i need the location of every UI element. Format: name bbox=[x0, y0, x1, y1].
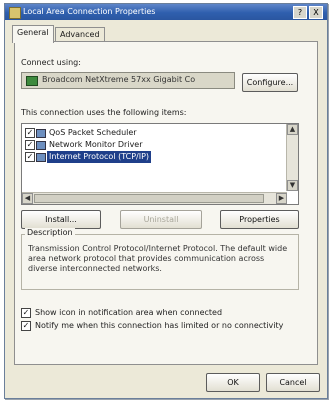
item-label: QoS Packet Scheduler bbox=[49, 128, 137, 137]
item-checkbox[interactable]: ✓ bbox=[25, 140, 35, 150]
help-button[interactable]: ? bbox=[293, 6, 307, 19]
description-title: Description bbox=[25, 228, 75, 237]
horizontal-scrollbar[interactable]: ◀ ▶ bbox=[22, 192, 287, 204]
properties-button[interactable]: Properties bbox=[220, 210, 299, 229]
scroll-up-icon[interactable]: ▲ bbox=[287, 124, 298, 135]
network-monitor-icon bbox=[36, 141, 46, 150]
item-label: Network Monitor Driver bbox=[49, 140, 143, 149]
components-list[interactable]: ✓ QoS Packet Scheduler ✓ Network Monitor… bbox=[21, 123, 299, 205]
install-button[interactable]: Install... bbox=[21, 210, 101, 229]
tab-general[interactable]: General bbox=[12, 25, 54, 43]
tab-advanced[interactable]: Advanced bbox=[55, 27, 105, 42]
window-title: Local Area Connection Properties bbox=[23, 7, 156, 16]
notify-label: Notify me when this connection has limit… bbox=[35, 321, 284, 330]
uninstall-button[interactable]: Uninstall bbox=[120, 210, 202, 229]
item-label: Internet Protocol (TCP/IP) bbox=[47, 151, 152, 163]
adapter-field: Broadcom NetXtreme 57xx Gigabit Co bbox=[21, 72, 235, 89]
show-icon-label: Show icon in notification area when conn… bbox=[35, 308, 223, 317]
configure-button[interactable]: Configure... bbox=[242, 73, 298, 92]
items-label: This connection uses the following items… bbox=[21, 108, 187, 117]
adapter-name: Broadcom NetXtreme 57xx Gigabit Co bbox=[42, 75, 196, 84]
title-bar[interactable]: Local Area Connection Properties ? X bbox=[5, 4, 327, 20]
ok-button[interactable]: OK bbox=[206, 373, 260, 392]
list-item-selected[interactable]: ✓ Internet Protocol (TCP/IP) bbox=[25, 151, 245, 163]
show-icon-checkbox[interactable]: ✓ bbox=[21, 308, 31, 318]
protocol-icon bbox=[36, 153, 46, 162]
scroll-right-icon[interactable]: ▶ bbox=[276, 193, 287, 204]
list-item[interactable]: ✓ QoS Packet Scheduler bbox=[25, 127, 245, 139]
description-text: Transmission Control Protocol/Internet P… bbox=[28, 244, 288, 273]
vertical-scrollbar[interactable]: ▲ ▼ bbox=[286, 124, 298, 191]
network-connection-icon bbox=[9, 7, 21, 19]
connect-using-label: Connect using: bbox=[21, 58, 81, 67]
item-checkbox[interactable]: ✓ bbox=[25, 128, 35, 138]
item-checkbox[interactable]: ✓ bbox=[25, 152, 35, 162]
network-adapter-icon bbox=[26, 76, 38, 86]
horizontal-scroll-thumb[interactable] bbox=[34, 194, 264, 203]
scroll-down-icon[interactable]: ▼ bbox=[287, 180, 298, 191]
list-item[interactable]: ✓ Network Monitor Driver bbox=[25, 139, 245, 151]
close-button[interactable]: X bbox=[309, 6, 323, 19]
cancel-button[interactable]: Cancel bbox=[266, 373, 320, 392]
scheduler-icon bbox=[36, 129, 46, 138]
notify-checkbox[interactable]: ✓ bbox=[21, 321, 31, 331]
scroll-left-icon[interactable]: ◀ bbox=[22, 193, 33, 204]
